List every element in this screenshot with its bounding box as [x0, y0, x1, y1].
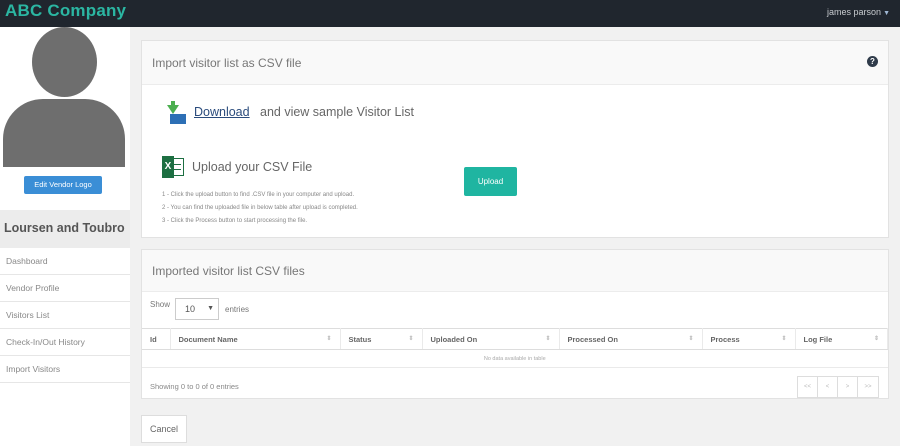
column-header-document-name[interactable]: Document Name ⇕ — [170, 328, 341, 350]
avatar-body — [3, 99, 125, 167]
instruction-2: 2 - You can find the uploaded file in be… — [162, 205, 358, 211]
cancel-button[interactable]: Cancel — [141, 415, 187, 443]
files-panel: Imported visitor list CSV files Show 10 ▼… — [141, 249, 889, 399]
download-description: and view sample Visitor List — [260, 105, 415, 119]
brand-logo[interactable]: ABC Company — [5, 1, 126, 21]
table-info: Showing 0 to 0 of 0 entries — [150, 382, 239, 391]
table-header-row: Id Document Name ⇕ Status ⇕ Uploaded On ⇕ P… — [142, 328, 888, 350]
pagination: << < > >> — [797, 376, 879, 398]
instruction-3: 3 - Click the Process button to start pr… — [162, 218, 308, 224]
entries-select[interactable]: 10 ▼ — [175, 298, 219, 320]
download-file-icon — [164, 101, 186, 125]
sidebar-nav: Dashboard Vendor Profile Visitors List C… — [0, 248, 130, 383]
edit-vendor-logo-button[interactable]: Edit Vendor Logo — [24, 176, 102, 194]
entries-value: 10 — [185, 304, 196, 314]
help-icon[interactable]: ? — [867, 56, 878, 67]
download-link[interactable]: Download — [194, 105, 250, 119]
top-navbar: ABC Company james parson ▼ — [0, 0, 900, 27]
column-header-processed-on[interactable]: Processed On ⇕ — [559, 328, 703, 350]
column-header-status[interactable]: Status ⇕ — [340, 328, 423, 350]
column-header-id[interactable]: Id — [142, 328, 171, 350]
previous-page-button[interactable]: < — [818, 377, 838, 397]
sidebar-item-check-in-out-history[interactable]: Check-In/Out History — [0, 329, 130, 356]
excel-badge: X — [162, 156, 174, 178]
company-box: Loursen and Toubro — [0, 210, 130, 248]
sidebar-item-visitors-list[interactable]: Visitors List — [0, 302, 130, 329]
csv-file-icon — [170, 114, 186, 124]
sidebar-item-vendor-profile[interactable]: Vendor Profile — [0, 275, 130, 302]
sort-icon: ⇕ — [873, 336, 879, 342]
download-arrow — [167, 105, 179, 114]
column-header-log-file[interactable]: Log File ⇕ — [795, 328, 888, 350]
user-name: james parson — [827, 7, 882, 17]
sidebar-item-dashboard[interactable]: Dashboard — [0, 248, 130, 275]
sort-icon: ⇕ — [408, 336, 414, 342]
files-panel-title: Imported visitor list CSV files — [152, 264, 305, 278]
sidebar: Edit Vendor Logo Loursen and Toubro Dash… — [0, 27, 130, 446]
next-page-button[interactable]: > — [838, 377, 858, 397]
last-page-button[interactable]: >> — [858, 377, 878, 397]
empty-table-message: No data available in table — [142, 349, 888, 368]
sort-icon: ⇕ — [326, 336, 332, 342]
show-label: Show — [150, 300, 171, 309]
sort-icon: ⇕ — [688, 336, 694, 342]
sort-icon: ⇕ — [545, 336, 551, 342]
entries-label: entries — [225, 305, 250, 314]
sort-icon: ⇕ — [781, 336, 787, 342]
column-header-uploaded-on[interactable]: Uploaded On ⇕ — [422, 328, 560, 350]
excel-icon: X — [162, 156, 184, 178]
select-caret-icon: ▼ — [207, 305, 214, 312]
chevron-down-icon: ▼ — [883, 10, 890, 17]
instruction-1: 1 - Click the upload button to find .CSV… — [162, 192, 355, 198]
upload-button[interactable]: Upload — [464, 167, 517, 196]
avatar — [3, 27, 125, 167]
avatar-head — [32, 27, 97, 97]
import-panel: Import visitor list as CSV file ? Downlo… — [141, 40, 889, 238]
import-panel-title: Import visitor list as CSV file — [152, 56, 302, 70]
sidebar-item-import-visitors[interactable]: Import Visitors — [0, 356, 130, 383]
column-header-process[interactable]: Process ⇕ — [702, 328, 796, 350]
upload-title: Upload your CSV File — [192, 160, 313, 174]
table-row: No data available in table — [142, 349, 888, 368]
first-page-button[interactable]: << — [798, 377, 818, 397]
user-menu[interactable]: james parson ▼ — [827, 7, 890, 17]
company-name: Loursen and Toubro — [4, 221, 125, 235]
files-table: Id Document Name ⇕ Status ⇕ Uploaded On ⇕ P… — [142, 328, 888, 368]
